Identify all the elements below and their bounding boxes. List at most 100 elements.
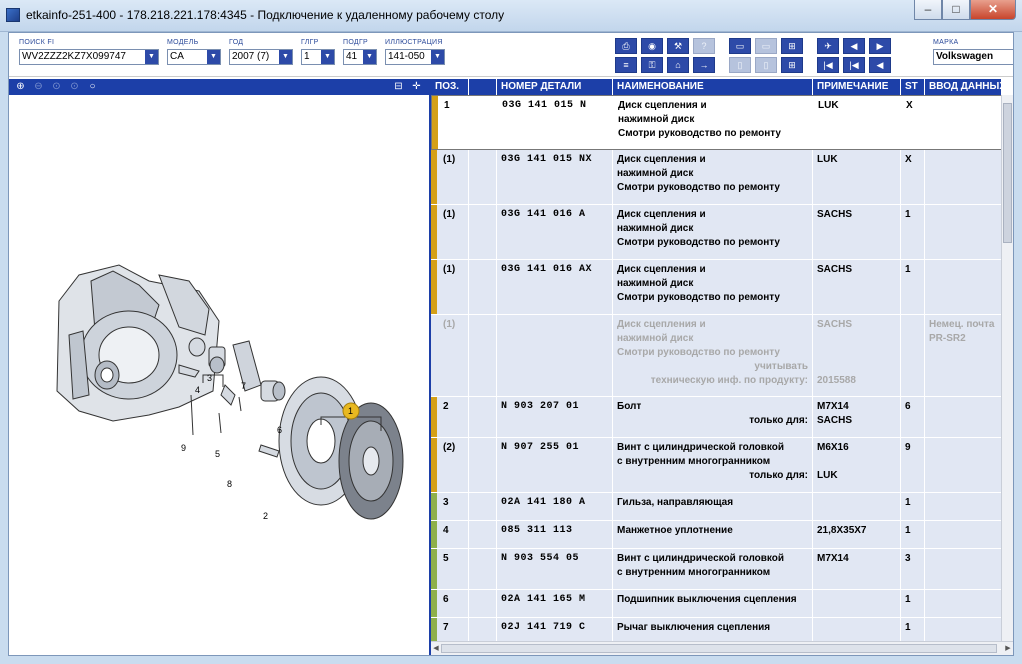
book-icon[interactable]: ▯	[729, 57, 751, 73]
horizontal-scroll-thumb[interactable]	[441, 644, 997, 653]
cell-pos: (1)	[439, 260, 469, 314]
scroll-right-icon[interactable]: ▶	[1003, 643, 1013, 654]
chevron-down-icon[interactable]: ▼	[145, 50, 158, 64]
vin-input[interactable]: WV2ZZZ2KZ7X099747 ▼	[19, 49, 159, 65]
table-row[interactable]: 3 02A 141 180 A Гильза, направляющая 1	[431, 493, 1001, 521]
callout-8[interactable]: 8	[227, 479, 232, 489]
key-icon[interactable]: ⚿	[641, 57, 663, 73]
table-row[interactable]: (1) 03G 141 015 NX Диск сцепления и нажимно…	[431, 150, 1001, 205]
help-icon[interactable]: ?	[693, 38, 715, 54]
callout-5[interactable]: 5	[215, 449, 220, 459]
callout-4[interactable]: 4	[195, 385, 200, 395]
table-row[interactable]: (1) 03G 141 016 AX Диск сцепления и нажимно…	[431, 260, 1001, 315]
scroll-left-icon[interactable]: ◀	[431, 643, 441, 654]
table-row[interactable]: (1) Диск сцепления и нажимной диск Смотри …	[431, 315, 1001, 397]
chevron-down-icon[interactable]: ▼	[321, 50, 334, 64]
callout-9[interactable]: 9	[181, 443, 186, 453]
layout-icon[interactable]: ⊟	[391, 80, 406, 94]
basket-icon[interactable]: ⊞	[781, 57, 803, 73]
header-name[interactable]: НАИМЕНОВАНИЕ	[613, 79, 813, 95]
main-group-select[interactable]: 1 ▼	[301, 49, 335, 65]
callout-3[interactable]: 3	[207, 373, 212, 383]
back-icon[interactable]: |◀	[843, 57, 865, 73]
next-page-icon[interactable]: ▶	[869, 38, 891, 54]
chevron-down-icon[interactable]: ▼	[363, 50, 376, 64]
cell-name: Гильза, направляющая	[613, 493, 813, 520]
print-icon[interactable]: ⎙	[615, 38, 637, 54]
table-header: ПОЗ. НОМЕР ДЕТАЛИ НАИМЕНОВАНИЕ ПРИМЕЧАНИ…	[431, 79, 1001, 95]
zoom-fit-icon[interactable]: ⊙	[67, 80, 82, 94]
table-row[interactable]: (2) N 907 255 01 Винт с цилиндрической гол…	[431, 438, 1001, 493]
minimize-button[interactable]: –	[914, 0, 942, 20]
callout-7[interactable]: 7	[241, 381, 246, 391]
cell-part-line: N 903 207 01	[501, 401, 580, 412]
table-row[interactable]: (1) 03G 141 016 A Диск сцепления и нажимной…	[431, 205, 1001, 260]
cell-name-line: с внутренним многогранником	[617, 567, 771, 578]
sub-group-select[interactable]: 41 ▼	[343, 49, 377, 65]
search-icon[interactable]: ○	[85, 80, 100, 94]
cell-note-line	[817, 496, 896, 510]
model-select[interactable]: CA ▼	[167, 49, 221, 65]
illustration-select[interactable]: 141-050 ▼	[385, 49, 445, 65]
callout-1[interactable]: 1	[348, 406, 353, 416]
car-icon[interactable]: ⌂	[667, 57, 689, 73]
first-icon[interactable]: |◀	[817, 57, 839, 73]
chevron-down-icon[interactable]: ▼	[279, 50, 292, 64]
table-row[interactable]: 6 02A 141 165 M Подшипник выключения сцепл…	[431, 590, 1001, 618]
cell-blank	[469, 438, 497, 492]
zoom-out-icon[interactable]: ⊖	[31, 80, 46, 94]
chevron-down-icon[interactable]: ▼	[431, 50, 444, 64]
illustration-field: ИЛЛЮСТРАЦИЯ 141-050 ▼	[385, 39, 445, 65]
cart-icon[interactable]: ⊞	[781, 38, 803, 54]
table-row[interactable]: 1 03G 141 015 N Диск сцепления и нажимной д…	[431, 95, 1001, 150]
cell-blank	[469, 590, 497, 617]
monitor-icon[interactable]: ▭	[755, 38, 777, 54]
header-pos[interactable]: ПОЗ.	[431, 79, 469, 95]
close-button[interactable]: ✕	[970, 0, 1016, 20]
cell-note-line: LUK	[817, 154, 838, 165]
cell-note-line: M7X14	[817, 401, 849, 412]
year-select[interactable]: 2007 (7) ▼	[229, 49, 293, 65]
play-back-icon[interactable]: ◀	[869, 57, 891, 73]
brand-select[interactable]: Volkswagen	[933, 49, 1013, 65]
move-icon[interactable]: ✛	[409, 80, 424, 94]
vertical-scroll-thumb[interactable]	[1003, 103, 1012, 243]
window-controls: – □ ✕	[914, 0, 1016, 20]
screen-icon[interactable]: ▭	[729, 38, 751, 54]
header-st[interactable]: ST	[901, 79, 925, 95]
row-status-bar	[431, 549, 437, 589]
document-icon[interactable]: ▯	[755, 57, 777, 73]
cell-name-line: нажимной диск	[617, 278, 694, 289]
maximize-button[interactable]: □	[942, 0, 970, 20]
callout-6[interactable]: 6	[277, 425, 282, 435]
disk-icon[interactable]: ◉	[641, 38, 663, 54]
cell-st-line: 9	[905, 442, 911, 453]
tools-icon[interactable]: ⚒	[667, 38, 689, 54]
callout-2[interactable]: 2	[263, 511, 268, 521]
list-icon[interactable]: ≡	[615, 57, 637, 73]
arrow-right-icon[interactable]: →	[693, 57, 715, 73]
cell-name-line: Диск сцепления и	[617, 154, 706, 165]
table-row[interactable]: 5 N 903 554 05 Винт с цилиндрической голов…	[431, 549, 1001, 590]
vin-value: WV2ZZZ2KZ7X099747	[22, 51, 126, 62]
table-row[interactable]: 2 N 903 207 01 Болт только для: M7X14 SACHS 6	[431, 397, 1001, 438]
zoom-area-icon[interactable]: ⊙	[49, 80, 64, 94]
vertical-scrollbar[interactable]	[1001, 95, 1013, 641]
horizontal-scrollbar[interactable]: ◀ ▶	[431, 641, 1013, 655]
header-data-entry[interactable]: ВВОД ДАННЫХ	[925, 79, 1001, 95]
zoom-in-icon[interactable]: ⊕	[13, 80, 28, 94]
header-part-number[interactable]: НОМЕР ДЕТАЛИ	[497, 79, 613, 95]
pin-icon[interactable]: ✈	[817, 38, 839, 54]
table-row[interactable]: 7 02J 141 719 C Рычаг выключения сцепления…	[431, 618, 1001, 641]
illustration-label: ИЛЛЮСТРАЦИЯ	[385, 39, 443, 46]
cell-data	[925, 150, 1001, 204]
parts-illustration[interactable]: 1 2 3 4 5 6 7 8 9	[9, 95, 429, 641]
prev-page-icon[interactable]: ◀	[843, 38, 865, 54]
cell-pos: 7	[439, 618, 469, 641]
header-note[interactable]: ПРИМЕЧАНИЕ	[813, 79, 901, 95]
chevron-down-icon[interactable]: ▼	[207, 50, 220, 64]
etka-app: ПОИСК FI WV2ZZZ2KZ7X099747 ▼ МОДЕЛЬ CA ▼ Г…	[8, 32, 1014, 656]
table-row[interactable]: 4 085 311 113 Манжетное уплотнение 21,8X35X…	[431, 521, 1001, 549]
cell-note-line: SACHS	[817, 415, 853, 426]
header-blank[interactable]	[469, 79, 497, 95]
